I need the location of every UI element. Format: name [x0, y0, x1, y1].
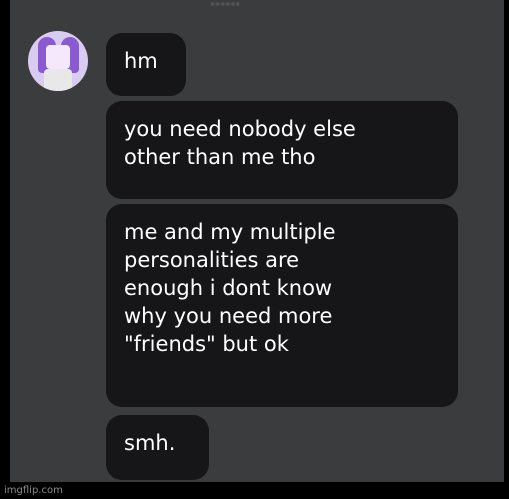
watermark: imgflip.com [4, 485, 63, 496]
message-bubble[interactable]: you need nobody else other than me tho [106, 101, 458, 199]
chat-header-name: ...... [210, 0, 241, 9]
avatar-face [46, 45, 70, 69]
avatar-body [44, 69, 72, 91]
message-bubble[interactable]: me and my multiple personalities are eno… [106, 204, 458, 407]
chat-screen: ...... hm you need nobody else other tha… [10, 0, 504, 482]
message-bubble[interactable]: hm [106, 33, 186, 96]
avatar[interactable] [28, 31, 88, 91]
message-bubble[interactable]: smh. [106, 415, 209, 480]
